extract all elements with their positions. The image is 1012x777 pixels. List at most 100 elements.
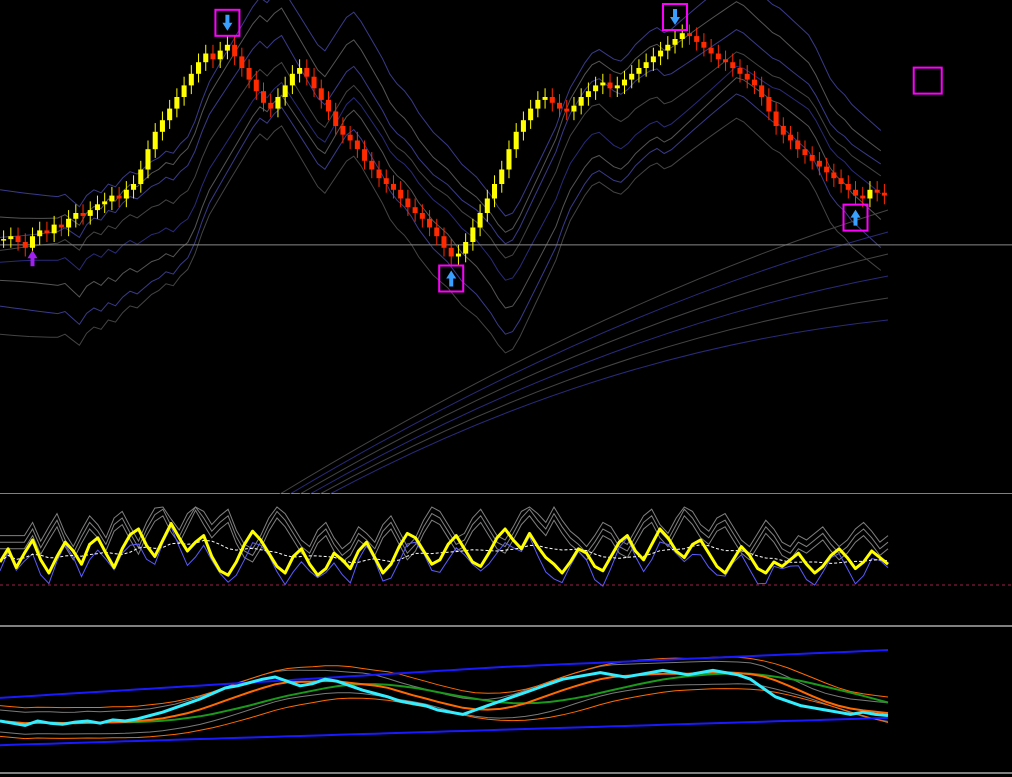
- moving-average-band: [0, 0, 882, 217]
- candle-body: [87, 210, 93, 216]
- candle-body: [506, 149, 512, 170]
- candle-body: [188, 73, 194, 86]
- candle-body: [412, 207, 418, 213]
- candle-body: [679, 33, 685, 39]
- candle-body: [470, 227, 476, 242]
- candle-body: [239, 56, 245, 68]
- candle-body: [376, 169, 382, 179]
- candle-body: [325, 99, 332, 112]
- candle-body: [441, 236, 447, 248]
- candle-body: [427, 218, 433, 228]
- bands-panel: [0, 649, 1012, 774]
- moving-average-band: [0, 29, 882, 245]
- candle-body: [145, 149, 151, 170]
- candle-body: [80, 213, 86, 216]
- candle-body: [383, 178, 389, 184]
- envelope-line: [0, 660, 889, 713]
- candle-body: [723, 59, 729, 63]
- envelope-line: [0, 683, 889, 735]
- candle-body: [159, 120, 165, 132]
- candle-body: [621, 79, 628, 86]
- candle-body: [737, 68, 743, 74]
- candle-body: [780, 126, 786, 135]
- candle-body: [116, 195, 122, 199]
- candle-body: [289, 73, 295, 86]
- candle-body: [802, 149, 808, 155]
- candle-body: [275, 97, 281, 109]
- candle-body: [477, 213, 483, 228]
- candle-body: [369, 160, 375, 170]
- up-arrow-icon: [27, 250, 38, 267]
- candle-body: [665, 44, 671, 51]
- candle-body: [246, 68, 252, 80]
- candle-body: [809, 155, 815, 161]
- candle-body: [629, 73, 635, 80]
- candle-body: [217, 50, 223, 60]
- candle-body: [499, 169, 505, 184]
- candle-body: [94, 204, 100, 211]
- candle-body: [73, 213, 79, 219]
- oscillator-band: [0, 505, 889, 550]
- candle-body: [455, 253, 461, 257]
- moving-average-band: [0, 93, 882, 335]
- candle-body: [390, 184, 396, 190]
- candle-body: [58, 224, 64, 228]
- candle-body: [224, 44, 230, 51]
- candle-body: [37, 230, 43, 237]
- candle-body: [174, 97, 180, 109]
- candle-body: [535, 99, 541, 109]
- candle-body: [29, 236, 36, 248]
- candle-body: [838, 178, 844, 184]
- candle-body: [260, 91, 267, 103]
- candle-body: [831, 172, 837, 179]
- candle-body: [571, 105, 577, 112]
- candle-body: [607, 82, 613, 89]
- candle-body: [167, 108, 173, 121]
- candle-body: [715, 53, 721, 60]
- candle-body: [66, 218, 72, 228]
- candle-body: [340, 126, 346, 135]
- candle-body: [297, 68, 303, 74]
- candle-body: [268, 102, 274, 109]
- candle-body: [203, 53, 209, 63]
- candle-body: [788, 134, 794, 141]
- candle-body: [253, 79, 259, 92]
- price-panel: [0, 0, 1012, 494]
- candle-body: [196, 62, 202, 74]
- candle-body: [1, 239, 7, 241]
- channel-line: [289, 231, 889, 494]
- up-arrow-icon: [850, 209, 861, 226]
- candle-body: [773, 111, 779, 126]
- candle-body: [419, 213, 425, 219]
- moving-average-band: [0, 65, 882, 281]
- candle-body: [181, 85, 187, 97]
- candle-body: [686, 33, 692, 37]
- candle-body: [102, 201, 108, 205]
- candle-body: [311, 76, 317, 89]
- candle-body: [650, 56, 656, 63]
- candle-body: [593, 85, 599, 92]
- candle-body: [15, 236, 21, 242]
- candle-body: [824, 166, 830, 173]
- companion-line: [0, 525, 889, 587]
- up-arrow-icon: [446, 270, 457, 287]
- candle-body: [860, 195, 866, 199]
- candle-body: [744, 73, 750, 80]
- candle-body: [138, 169, 144, 184]
- candle-body: [520, 120, 526, 132]
- candle-body: [51, 224, 57, 234]
- candle-body: [492, 184, 498, 199]
- oscillator-panel: [0, 505, 1012, 627]
- candle-body: [672, 39, 678, 45]
- candle-body: [22, 242, 28, 248]
- candle-body: [795, 140, 801, 150]
- channel-line: [329, 319, 889, 494]
- candle-body: [658, 50, 664, 57]
- candle-body: [881, 192, 887, 196]
- candle-body: [614, 85, 620, 89]
- fast-ma-line: [0, 671, 889, 725]
- candle-body: [362, 149, 368, 161]
- candle-body: [123, 189, 129, 199]
- candle-body: [484, 198, 490, 213]
- candle-body: [852, 189, 859, 196]
